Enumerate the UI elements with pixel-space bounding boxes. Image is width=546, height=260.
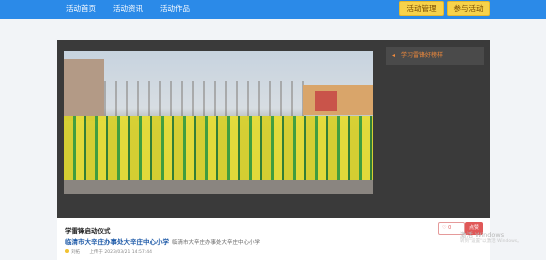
nav-activity-home[interactable]: 活动首页 (66, 3, 96, 15)
scene-ground (64, 180, 373, 194)
scene-building (64, 59, 104, 121)
school-subtitle: 临清市大辛庄办事处大辛庄中心小学 (172, 240, 261, 246)
video-player: ◂ 学习雷锋好榜样 (57, 40, 490, 218)
upload-time: 上传于 2023/03/21 14:57:44 (89, 250, 152, 255)
scene-building (315, 91, 337, 111)
playlist-item-label: 学习雷锋好榜样 (401, 52, 444, 59)
work-info-panel: 学雷锋启动仪式 临清市大辛庄办事处大辛庄中心小学 临清市大辛庄办事处大辛庄中心小学… (57, 218, 490, 260)
play-arrow-icon: ◂ (392, 52, 396, 59)
playlist-item[interactable]: ◂ 学习雷锋好榜样 (386, 47, 484, 65)
top-nav-bar: 活动首页 活动资讯 活动作品 活动管理 参与活动 (0, 0, 546, 19)
video-frame[interactable] (64, 51, 373, 194)
nav-activity-news[interactable]: 活动资讯 (113, 3, 143, 15)
windows-activation-subtext: 转到"设置"以激活 Windows。 (460, 239, 522, 244)
nav-activity-works[interactable]: 活动作品 (160, 3, 190, 15)
avatar-icon (65, 249, 69, 253)
heart-icon: ♡ (442, 225, 447, 231)
scene-trees (104, 81, 304, 121)
join-activity-button[interactable]: 参与活动 (447, 1, 490, 16)
activity-manage-button[interactable]: 活动管理 (399, 1, 444, 16)
like-count: 0 (448, 225, 452, 231)
work-meta: 刘拓 上传于 2023/03/21 14:57:44 (65, 249, 152, 255)
school-name-text: 临清市大辛庄办事处大辛庄中心小学 (65, 238, 169, 246)
scene-building (303, 85, 373, 115)
work-title: 学雷锋启动仪式 (65, 227, 111, 235)
school-name: 临清市大辛庄办事处大辛庄中心小学 临清市大辛庄办事处大辛庄中心小学 (65, 236, 260, 246)
author-name: 刘拓 (71, 250, 80, 255)
main-nav: 活动首页 活动资讯 活动作品 (66, 3, 207, 15)
